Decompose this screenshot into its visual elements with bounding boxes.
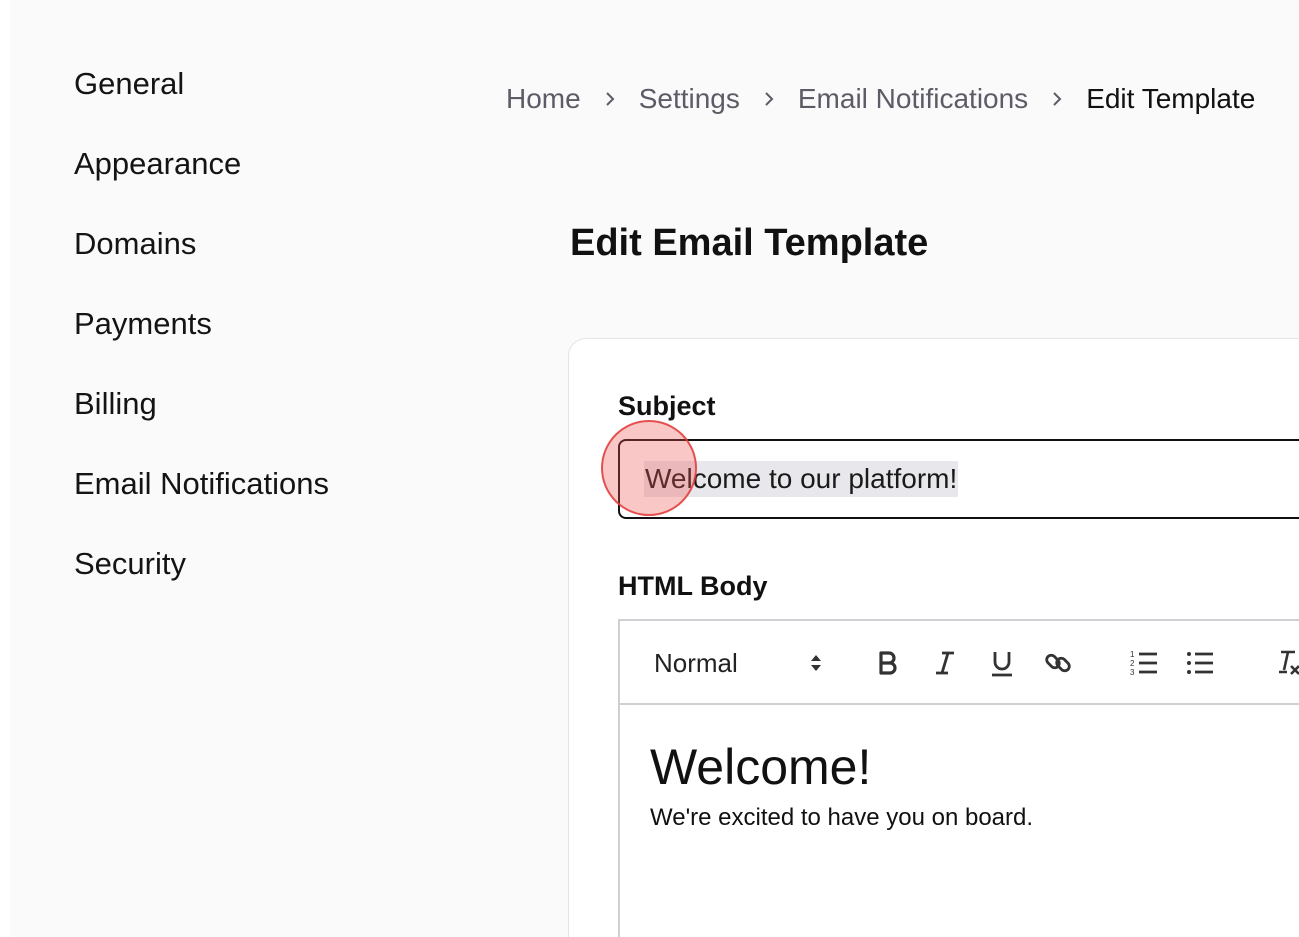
bullet-list-icon	[1187, 652, 1213, 674]
sidebar-item-billing[interactable]: Billing	[74, 384, 329, 424]
svg-text:2: 2	[1130, 659, 1135, 668]
format-select[interactable]: Normal	[654, 643, 824, 683]
sidebar-item-appearance[interactable]: Appearance	[74, 144, 329, 184]
link-icon	[1045, 653, 1071, 673]
page-title: Edit Email Template	[570, 222, 929, 264]
format-select-value: Normal	[654, 647, 738, 678]
ordered-list-icon: 1 2 3	[1130, 650, 1157, 677]
chevron-right-icon	[603, 90, 617, 108]
settings-sidebar: General Appearance Domains Payments Bill…	[74, 64, 329, 624]
editor-toolbar: Normal 1 2 3	[620, 621, 1299, 705]
breadcrumb-home[interactable]: Home	[506, 83, 581, 115]
clear-format-button[interactable]	[1268, 643, 1299, 683]
sidebar-item-email-notifications[interactable]: Email Notifications	[74, 464, 329, 504]
editor-content[interactable]: Welcome! We're excited to have you on bo…	[650, 737, 1033, 835]
settings-page: General Appearance Domains Payments Bill…	[10, 0, 1299, 937]
subject-label: Subject	[618, 391, 716, 421]
sidebar-item-security[interactable]: Security	[74, 544, 329, 584]
sidebar-item-domains[interactable]: Domains	[74, 224, 329, 264]
clear-format-icon	[1279, 650, 1299, 675]
ordered-list-button[interactable]: 1 2 3	[1124, 643, 1164, 683]
chevron-right-icon	[1050, 90, 1064, 108]
svg-text:1: 1	[1130, 650, 1135, 659]
link-button[interactable]	[1038, 643, 1078, 683]
email-template-card: Subject Welcome to our platform! HTML Bo…	[568, 338, 1299, 937]
editor-paragraph[interactable]: We're excited to have you on board.	[650, 801, 1033, 835]
bold-icon	[879, 651, 897, 675]
underline-button[interactable]	[982, 643, 1022, 683]
rich-text-editor: Normal 1 2 3 Welcome! We're excited to h…	[618, 619, 1299, 937]
editor-heading[interactable]: Welcome!	[650, 737, 1033, 797]
subject-input-value[interactable]: Welcome to our platform!	[644, 461, 959, 497]
sidebar-item-payments[interactable]: Payments	[74, 304, 329, 344]
underline-icon	[992, 652, 1012, 677]
bold-button[interactable]	[868, 643, 908, 683]
select-arrows-icon	[811, 655, 821, 671]
html-body-label: HTML Body	[618, 571, 768, 601]
breadcrumb-edit-template: Edit Template	[1086, 83, 1256, 114]
breadcrumb-settings[interactable]: Settings	[639, 83, 740, 115]
breadcrumb: Home Settings Email Notifications Edit T…	[506, 80, 1255, 118]
bullet-list-button[interactable]	[1180, 643, 1220, 683]
svg-text:3: 3	[1130, 668, 1135, 677]
italic-button[interactable]	[925, 643, 965, 683]
subject-input[interactable]: Welcome to our platform!	[618, 439, 1299, 519]
breadcrumb-email-notifications[interactable]: Email Notifications	[798, 83, 1028, 115]
chevron-right-icon	[762, 90, 776, 108]
italic-icon	[936, 651, 954, 675]
sidebar-item-general[interactable]: General	[74, 64, 329, 104]
